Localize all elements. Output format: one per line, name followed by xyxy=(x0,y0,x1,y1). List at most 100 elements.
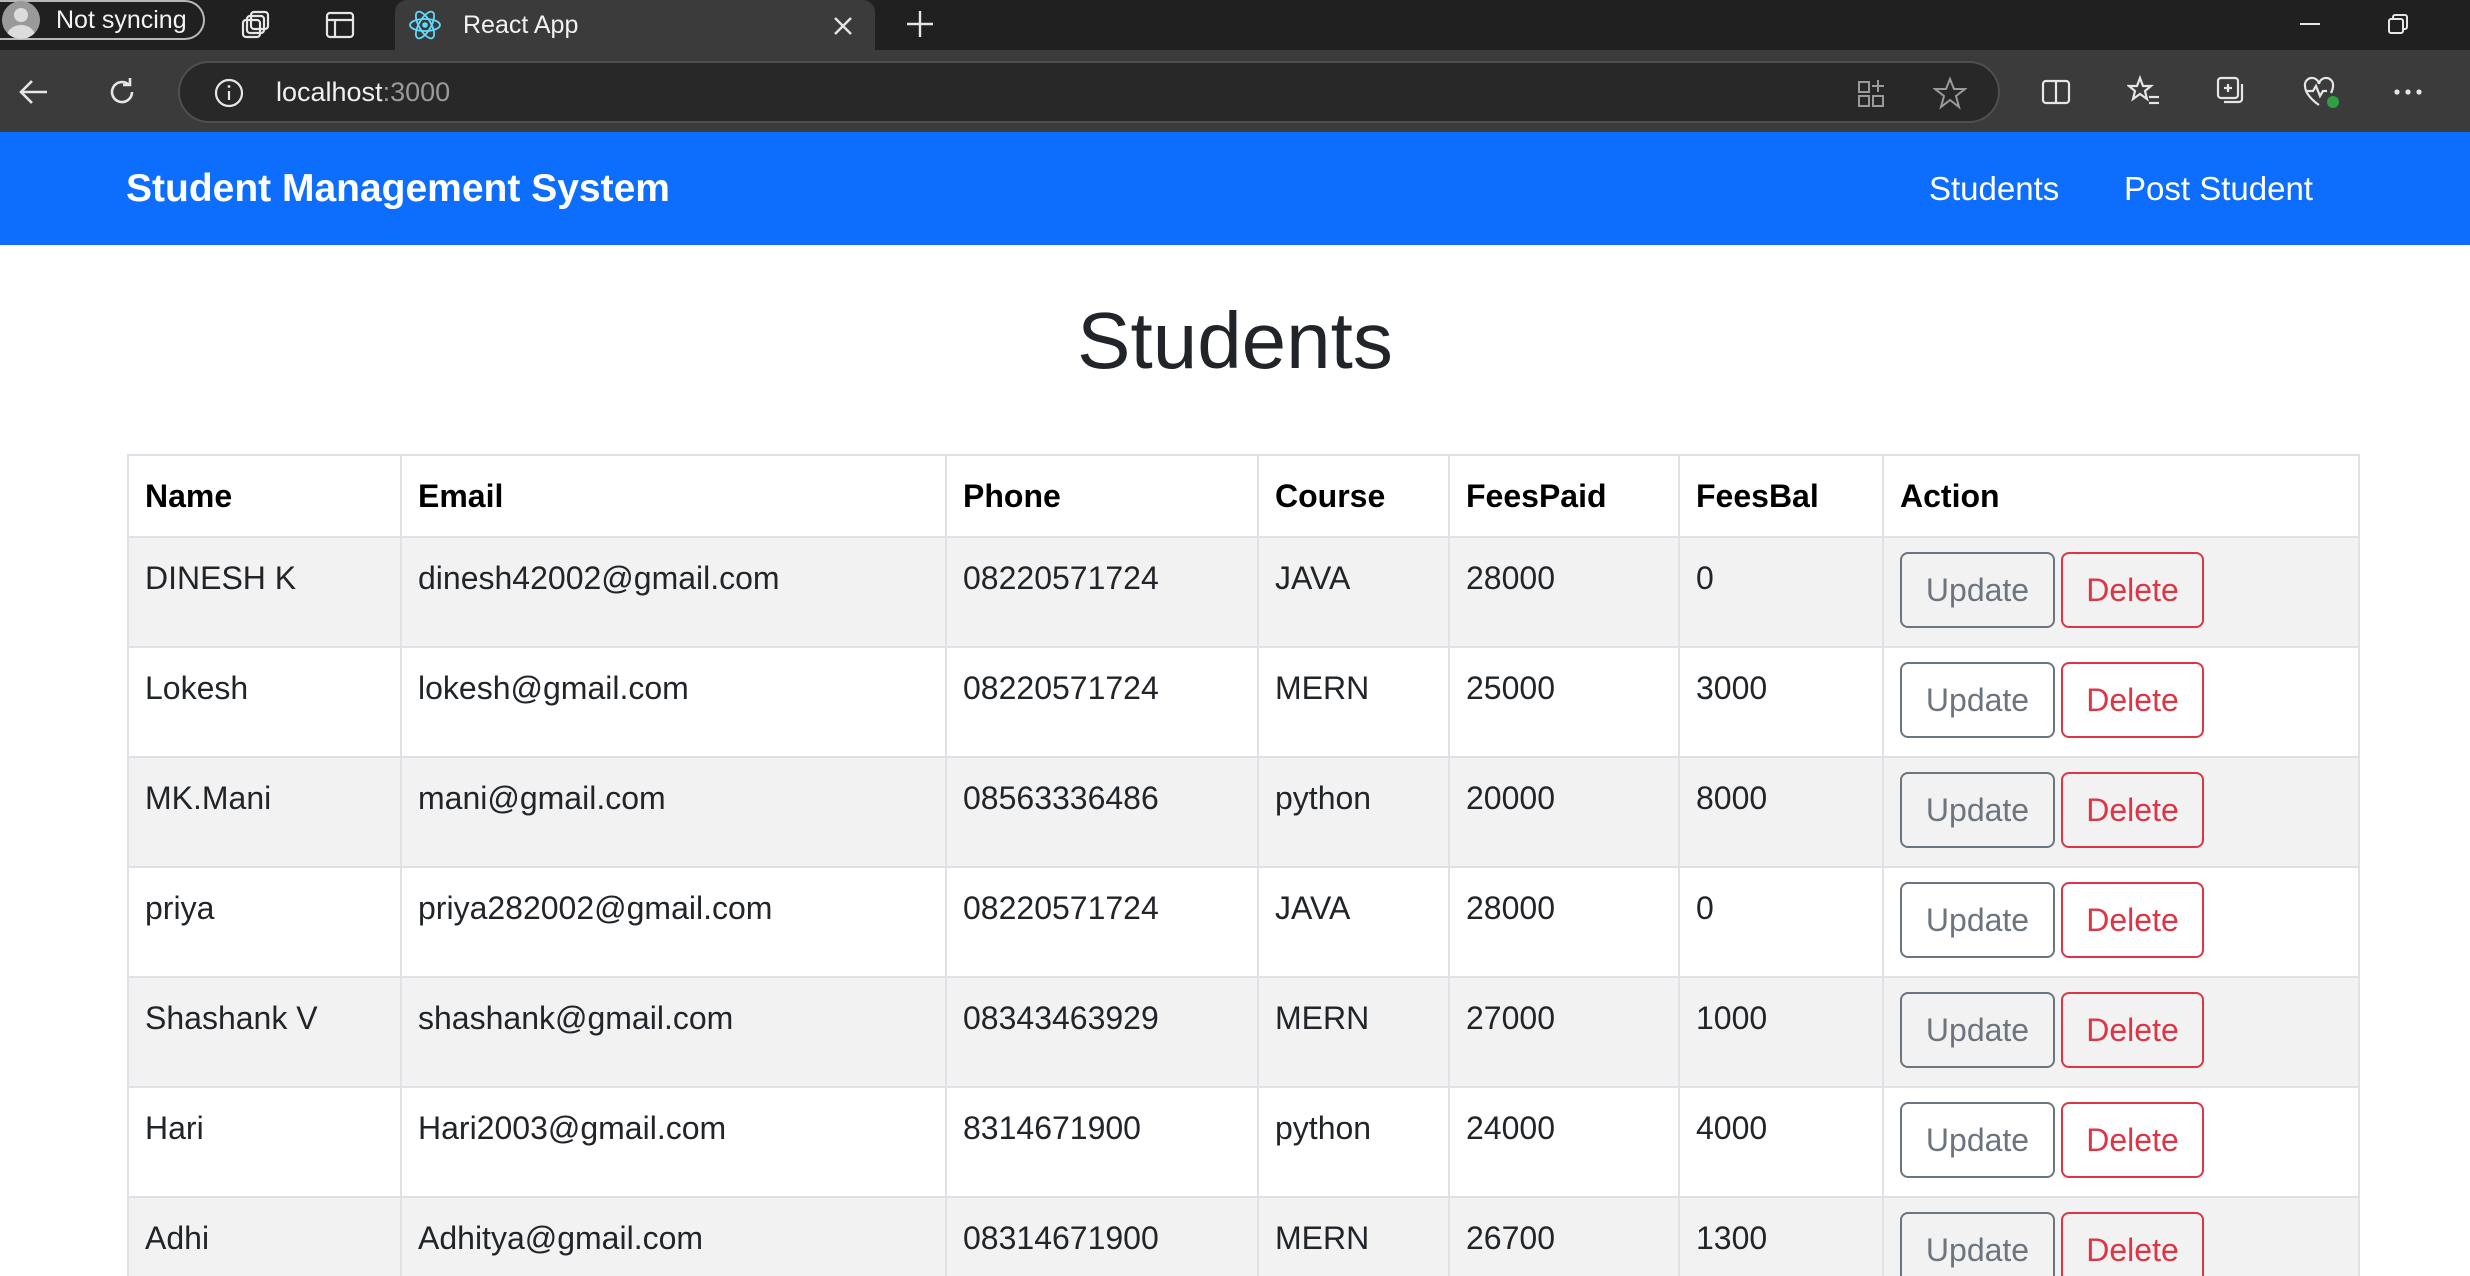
restore-icon[interactable] xyxy=(2378,4,2418,44)
cell-fees-bal: 0 xyxy=(1678,866,1884,978)
cell-actions: Update Delete xyxy=(1882,536,2360,648)
cell-email: lokesh@gmail.com xyxy=(400,646,947,758)
cell-phone: 08563336486 xyxy=(945,756,1259,868)
table-row: DINESH Kdinesh42002@gmail.com 08220571724… xyxy=(127,536,2360,648)
delete-button[interactable]: Delete xyxy=(2061,772,2204,848)
cell-name: MK.Mani xyxy=(127,756,402,868)
url-text[interactable]: localhost:3000 xyxy=(276,77,450,108)
cell-actions: Update Delete xyxy=(1882,646,2360,758)
delete-button[interactable]: Delete xyxy=(2061,882,2204,958)
react-atom-icon xyxy=(407,7,443,43)
cell-email: priya282002@gmail.com xyxy=(400,866,947,978)
browser-tab-bar: Not syncing React App xyxy=(0,0,2470,50)
address-bar[interactable]: localhost:3000 xyxy=(178,61,2000,123)
nav-link-post-student[interactable]: Post Student xyxy=(2124,170,2313,208)
cell-fees-bal: 4000 xyxy=(1678,1086,1884,1198)
students-table: Name Email Phone Course FeesPaid FeesBal… xyxy=(127,454,2360,1276)
profile-sync-status: Not syncing xyxy=(56,5,187,34)
update-button[interactable]: Update xyxy=(1900,1102,2055,1178)
cell-course: MERN xyxy=(1257,976,1450,1088)
cell-phone: 08220571724 xyxy=(945,646,1259,758)
cell-email: Hari2003@gmail.com xyxy=(400,1086,947,1198)
column-header-fees-bal: FeesBal xyxy=(1678,454,1884,538)
cell-phone: 08220571724 xyxy=(945,536,1259,648)
nav-link-students[interactable]: Students xyxy=(1929,170,2059,208)
cell-actions: Update Delete xyxy=(1882,866,2360,978)
cell-actions: Update Delete xyxy=(1882,1086,2360,1198)
refresh-icon[interactable] xyxy=(102,72,142,112)
page-title: Students xyxy=(1077,296,1393,385)
cell-fees-paid: 25000 xyxy=(1448,646,1680,758)
table-row: Shashank Vshashank@gmail.com 08343463929 M… xyxy=(127,976,2360,1088)
update-button[interactable]: Update xyxy=(1900,992,2055,1068)
cell-name: Adhi xyxy=(127,1196,402,1276)
url-port: :3000 xyxy=(382,77,451,107)
minimize-icon[interactable] xyxy=(2290,4,2330,44)
cell-phone: 08220571724 xyxy=(945,866,1259,978)
students-table-container: Name Email Phone Course FeesPaid FeesBal… xyxy=(127,454,2360,1276)
close-icon[interactable] xyxy=(825,8,861,44)
column-header-phone: Phone xyxy=(945,454,1259,538)
cell-fees-bal: 1000 xyxy=(1678,976,1884,1088)
url-host: localhost xyxy=(276,77,383,107)
tab-react-app[interactable]: React App xyxy=(395,0,875,50)
cell-fees-bal: 0 xyxy=(1678,536,1884,648)
star-icon[interactable] xyxy=(1932,75,1968,111)
table-header-row: Name Email Phone Course FeesPaid FeesBal… xyxy=(127,454,2360,538)
cell-fees-paid: 26700 xyxy=(1448,1196,1680,1276)
cell-email: Adhitya@gmail.com xyxy=(400,1196,947,1276)
cell-name: DINESH K xyxy=(127,536,402,648)
column-header-email: Email xyxy=(400,454,947,538)
more-dots-icon[interactable] xyxy=(2388,72,2428,112)
update-button[interactable]: Update xyxy=(1900,552,2055,628)
collections-icon[interactable] xyxy=(2212,72,2252,112)
heart-pulse-icon[interactable] xyxy=(2300,72,2344,112)
app-navbar: Student Management System Students Post … xyxy=(0,132,2470,245)
navbar-brand[interactable]: Student Management System xyxy=(126,167,670,211)
cell-course: MERN xyxy=(1257,646,1450,758)
cell-email: shashank@gmail.com xyxy=(400,976,947,1088)
cell-fees-paid: 28000 xyxy=(1448,536,1680,648)
cell-phone: 8314671900 xyxy=(945,1086,1259,1198)
app-grid-icon[interactable] xyxy=(1855,76,1889,110)
delete-button[interactable]: Delete xyxy=(2061,662,2204,738)
table-row: Hari Hari2003@gmail.com 8314671900 python 24… xyxy=(127,1086,2360,1198)
students-table-body: DINESH Kdinesh42002@gmail.com 08220571724… xyxy=(127,536,2360,1276)
cell-course: JAVA xyxy=(1257,866,1450,978)
delete-button[interactable]: Delete xyxy=(2061,552,2204,628)
cell-email: dinesh42002@gmail.com xyxy=(400,536,947,648)
update-button[interactable]: Update xyxy=(1900,772,2055,848)
info-icon[interactable] xyxy=(212,76,246,110)
tab-title: React App xyxy=(463,10,579,39)
delete-button[interactable]: Delete xyxy=(2061,1212,2204,1276)
cell-phone: 08314671900 xyxy=(945,1196,1259,1276)
profile-avatar-icon xyxy=(2,1,40,39)
cell-course: python xyxy=(1257,1086,1450,1198)
plus-icon[interactable] xyxy=(900,4,940,44)
cell-name: Hari xyxy=(127,1086,402,1198)
cell-actions: Update Delete xyxy=(1882,1196,2360,1276)
tab-actions-icon[interactable] xyxy=(322,7,358,43)
back-arrow-icon[interactable] xyxy=(14,72,54,112)
browser-toolbar: localhost:3000 xyxy=(0,50,2470,132)
cell-fees-bal: 8000 xyxy=(1678,756,1884,868)
update-button[interactable]: Update xyxy=(1900,662,2055,738)
delete-button[interactable]: Delete xyxy=(2061,1102,2204,1178)
delete-button[interactable]: Delete xyxy=(2061,992,2204,1068)
favorites-list-icon[interactable] xyxy=(2124,72,2164,112)
cell-fees-paid: 24000 xyxy=(1448,1086,1680,1198)
cell-course: MERN xyxy=(1257,1196,1450,1276)
workspaces-icon[interactable] xyxy=(238,7,274,43)
cell-actions: Update Delete xyxy=(1882,756,2360,868)
cell-fees-paid: 28000 xyxy=(1448,866,1680,978)
update-button[interactable]: Update xyxy=(1900,882,2055,958)
table-row: Lokesh lokesh@gmail.com 08220571724 MERN 250… xyxy=(127,646,2360,758)
update-button[interactable]: Update xyxy=(1900,1212,2055,1276)
cell-name: Shashank V xyxy=(127,976,402,1088)
cell-name: Lokesh xyxy=(127,646,402,758)
cell-fees-paid: 20000 xyxy=(1448,756,1680,868)
cell-fees-bal: 1300 xyxy=(1678,1196,1884,1276)
cell-course: python xyxy=(1257,756,1450,868)
split-screen-icon[interactable] xyxy=(2036,72,2076,112)
profile-button[interactable]: Not syncing xyxy=(0,0,205,40)
